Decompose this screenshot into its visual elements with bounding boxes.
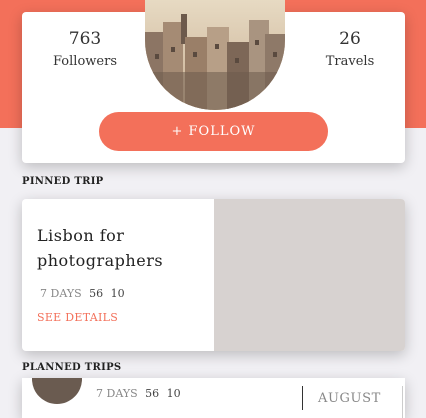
profile-card: 763 Followers 26 Travels + FOLLOW	[22, 0, 405, 163]
trip-duration: 7 DAYS	[40, 287, 82, 300]
pinned-trip-image	[214, 199, 405, 351]
planned-trip-card[interactable]: 7 DAYS 56 10 AUGUST	[22, 378, 405, 418]
avatar-photo	[145, 0, 285, 110]
followers-count: 763	[68, 29, 102, 49]
trip-stat-1: 56	[145, 387, 160, 400]
followers-stat[interactable]: 763 Followers	[40, 28, 130, 71]
planned-trips-heading: PLANNED TRIPS	[22, 362, 122, 373]
trip-stat-1: 56	[89, 287, 104, 300]
planned-trip-month: AUGUST	[318, 391, 381, 406]
travels-count: 26	[339, 29, 361, 49]
pinned-trip-heading: PINNED TRIP	[22, 176, 104, 187]
travels-label: Travels	[325, 54, 375, 69]
see-details-link[interactable]: SEE DETAILS	[37, 311, 118, 324]
month-divider	[302, 386, 303, 410]
trip-stat-2: 10	[110, 287, 125, 300]
planned-trip-meta: 7 DAYS 56 10	[96, 387, 185, 400]
trip-duration: 7 DAYS	[96, 387, 138, 400]
pinned-trip-title: Lisbon for photographers	[37, 226, 164, 270]
pinned-trip-card[interactable]: Lisbon for photographers 7 DAYS 56 10 SE…	[22, 199, 405, 351]
trip-stat-2: 10	[166, 387, 181, 400]
avatar[interactable]	[145, 0, 285, 110]
planned-trip-thumbnail	[32, 378, 82, 404]
card-edge-divider	[402, 386, 403, 418]
follow-button[interactable]: + FOLLOW	[99, 112, 328, 151]
travels-stat[interactable]: 26 Travels	[305, 28, 395, 71]
pinned-trip-meta: 7 DAYS 56 10	[40, 287, 129, 300]
followers-label: Followers	[53, 54, 117, 69]
